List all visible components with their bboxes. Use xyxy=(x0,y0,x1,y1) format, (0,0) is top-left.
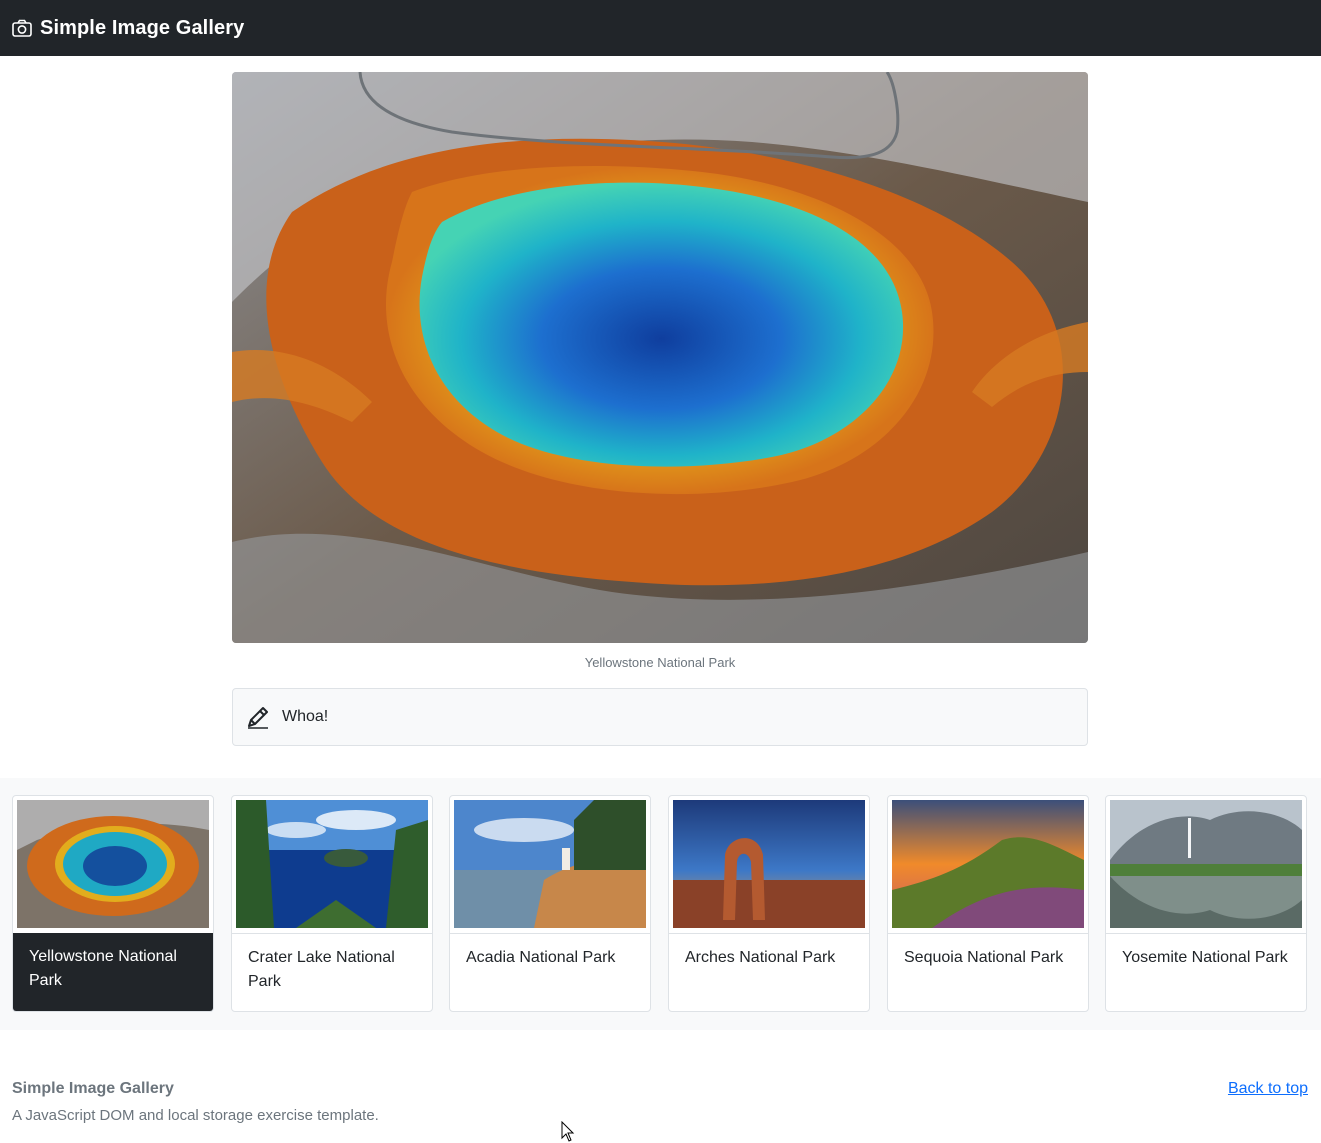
thumbnail-image xyxy=(236,800,428,928)
gallery-card-acadia[interactable]: Acadia National Park xyxy=(449,795,651,1012)
gallery-card-sequoia[interactable]: Sequoia National Park xyxy=(887,795,1089,1012)
brand-title[interactable]: Simple Image Gallery xyxy=(40,17,244,40)
gallery-card-label: Arches National Park xyxy=(669,933,869,1011)
gallery-card-crater-lake[interactable]: Crater Lake National Park xyxy=(231,795,433,1012)
image-caption: Yellowstone National Park xyxy=(584,655,736,670)
thumbnail-strip: Yellowstone National Park Crater Lake Na… xyxy=(0,778,1321,1030)
gallery-card-yellowstone[interactable]: Yellowstone National Park xyxy=(12,795,214,1012)
main-figure: Yellowstone National Park xyxy=(232,72,1088,673)
gallery-card-arches[interactable]: Arches National Park xyxy=(668,795,870,1012)
gallery-card-label: Sequoia National Park xyxy=(888,933,1088,1011)
thumbnail-image xyxy=(17,800,209,928)
navbar: Simple Image Gallery xyxy=(0,0,1321,56)
gallery-card-label: Acadia National Park xyxy=(450,933,650,1011)
footer-title: Simple Image Gallery xyxy=(12,1080,174,1097)
gallery-card-label: Crater Lake National Park xyxy=(232,933,432,1011)
comment-text: Whoa! xyxy=(282,708,329,725)
mouse-cursor-icon xyxy=(561,1121,575,1142)
gallery-card-yosemite[interactable]: Yosemite National Park xyxy=(1105,795,1307,1012)
thumbnail-image xyxy=(1110,800,1302,928)
thumbnail-image xyxy=(454,800,646,928)
footer-subtitle: A JavaScript DOM and local storage exerc… xyxy=(12,1107,379,1124)
comment-box[interactable]: Whoa! xyxy=(232,688,1088,746)
gallery-card-label: Yosemite National Park xyxy=(1106,933,1306,1011)
camera-icon xyxy=(12,19,32,37)
gallery-card-label: Yellowstone National Park xyxy=(13,933,213,1011)
main-image xyxy=(232,72,1088,643)
thumbnail-image xyxy=(673,800,865,928)
back-to-top-link[interactable]: Back to top xyxy=(1228,1080,1308,1098)
thumbnail-image xyxy=(892,800,1084,928)
pencil-icon xyxy=(248,707,268,729)
